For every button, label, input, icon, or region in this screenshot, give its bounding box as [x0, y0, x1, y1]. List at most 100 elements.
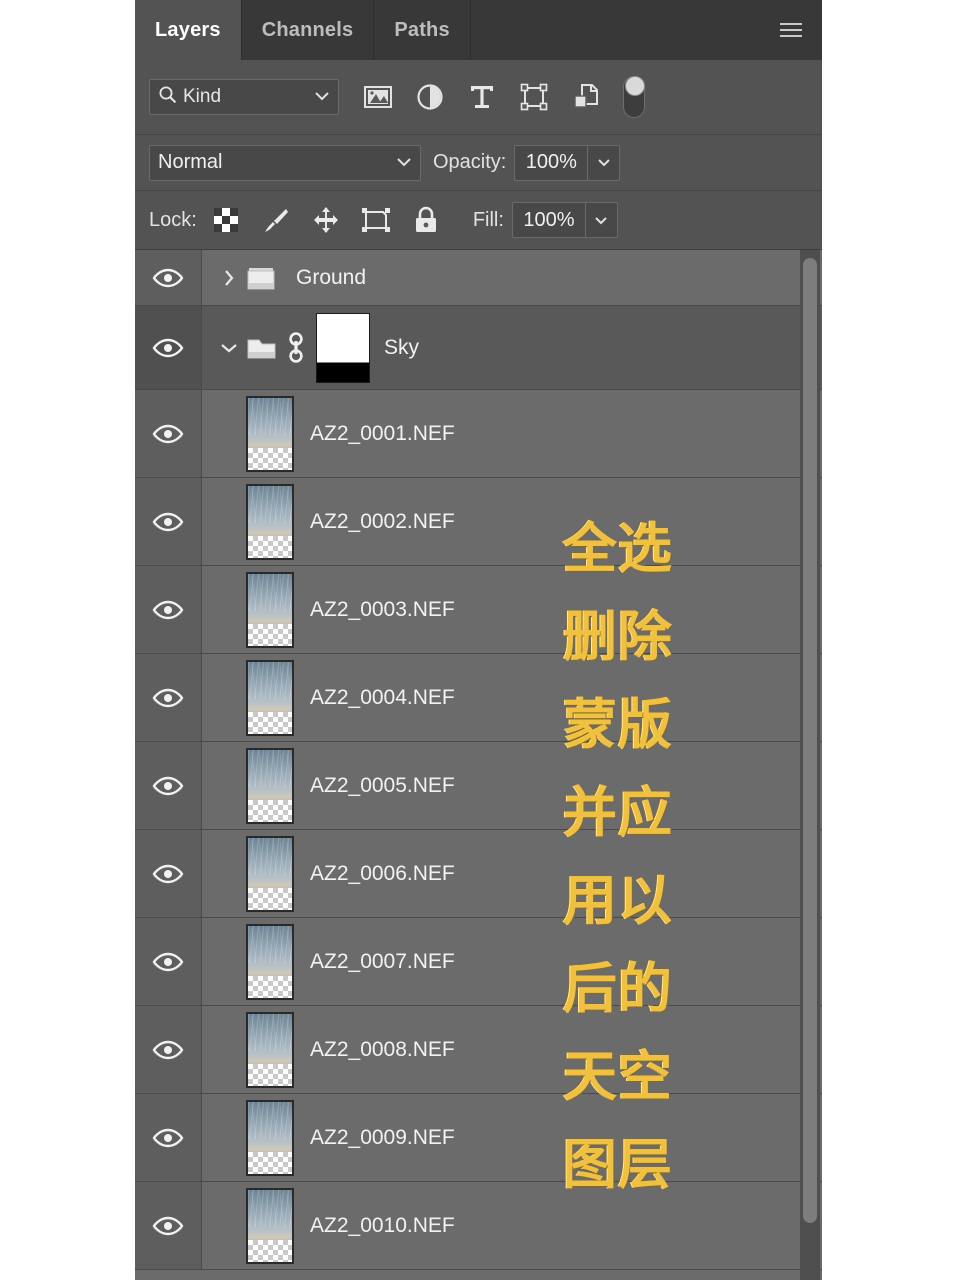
lock-image-pixels-brush-icon[interactable]: [261, 205, 291, 235]
layer-thumbnail[interactable]: [246, 1187, 294, 1264]
smart-object-filter-icon[interactable]: [569, 80, 603, 114]
chevron-down-icon[interactable]: [216, 342, 242, 354]
scrollbar-thumb[interactable]: [803, 258, 817, 1223]
layer-list[interactable]: Ground Sky AZ2_0001.NEF AZ2_0002.NEF AZ2…: [135, 250, 822, 1280]
lock-position-move-icon[interactable]: [311, 205, 341, 235]
visibility-toggle-sky[interactable]: [135, 306, 202, 389]
eye-icon: [152, 512, 184, 531]
opacity-stepper-chevron-down-icon[interactable]: [587, 145, 619, 180]
shape-layer-filter-icon[interactable]: [517, 80, 551, 114]
eye-icon: [152, 1040, 184, 1059]
tab-layers[interactable]: Layers: [135, 0, 242, 60]
lock-all-padlock-icon[interactable]: [411, 205, 441, 235]
layer-thumbnail-transparency-checker: [248, 1239, 292, 1262]
layer-name: AZ2_0006.NEF: [310, 861, 455, 885]
folder-closed-icon: [242, 264, 282, 292]
chevron-down-icon[interactable]: [314, 88, 330, 106]
adjustment-layer-filter-icon[interactable]: [413, 80, 447, 114]
lock-artboard-nesting-icon[interactable]: [361, 205, 391, 235]
layer-row[interactable]: AZ2_0003.NEF: [135, 566, 822, 654]
layer-row-body[interactable]: AZ2_0006.NEF: [202, 830, 822, 917]
visibility-toggle[interactable]: [135, 390, 202, 477]
chevron-down-icon[interactable]: [396, 154, 412, 172]
visibility-toggle[interactable]: [135, 1006, 202, 1093]
layer-thumbnail[interactable]: [246, 747, 294, 824]
link-chain-icon[interactable]: [282, 331, 310, 365]
type-layer-filter-icon[interactable]: [465, 80, 499, 114]
layers-panel: Layers Channels Paths Kind Normal Opacit…: [135, 0, 822, 1280]
visibility-toggle[interactable]: [135, 654, 202, 741]
eye-icon: [152, 1128, 184, 1147]
layer-row-body[interactable]: AZ2_0005.NEF: [202, 742, 822, 829]
visibility-toggle[interactable]: [135, 478, 202, 565]
layer-row-body[interactable]: AZ2_0001.NEF: [202, 390, 822, 477]
layer-thumbnail-star-trails: [248, 749, 292, 787]
layer-thumbnail-transparency-checker: [248, 1151, 292, 1174]
blend-mode-select[interactable]: Normal: [149, 144, 421, 181]
layer-row[interactable]: AZ2_0002.NEF: [135, 478, 822, 566]
layer-row-group-sky[interactable]: Sky: [135, 306, 822, 390]
layer-row-body-sky[interactable]: Sky: [202, 306, 822, 389]
layer-thumbnail[interactable]: [246, 1011, 294, 1088]
eye-icon: [152, 952, 184, 971]
filter-kind-select[interactable]: Kind: [149, 79, 339, 115]
layer-mask-thumbnail-sky[interactable]: [316, 312, 370, 383]
layer-thumbnail-star-trails: [248, 837, 292, 875]
visibility-toggle[interactable]: [135, 566, 202, 653]
layer-row[interactable]: AZ2_0004.NEF: [135, 654, 822, 742]
visibility-toggle[interactable]: [135, 1182, 202, 1269]
layer-row[interactable]: AZ2_0009.NEF: [135, 1094, 822, 1182]
fill-field[interactable]: 100%: [511, 202, 618, 238]
layer-row-body[interactable]: AZ2_0007.NEF: [202, 918, 822, 1005]
layer-row-group-ground[interactable]: Ground: [135, 250, 822, 306]
tab-layers-label: Layers: [155, 18, 221, 41]
visibility-toggle[interactable]: [135, 742, 202, 829]
visibility-toggle-ground[interactable]: [135, 250, 202, 305]
visibility-toggle[interactable]: [135, 830, 202, 917]
layer-row-body[interactable]: AZ2_0003.NEF: [202, 566, 822, 653]
eye-icon: [152, 338, 184, 357]
layer-thumbnail[interactable]: [246, 659, 294, 736]
opacity-field[interactable]: 100%: [514, 144, 621, 181]
filter-enable-toggle[interactable]: [623, 76, 645, 118]
tab-paths[interactable]: Paths: [374, 0, 471, 60]
layer-row-body[interactable]: AZ2_0010.NEF: [202, 1182, 822, 1269]
fill-value[interactable]: 100%: [513, 209, 585, 232]
pixel-layer-filter-icon[interactable]: [361, 80, 395, 114]
layer-thumbnail[interactable]: [246, 1099, 294, 1176]
layer-thumbnail-transparency-checker: [248, 1063, 292, 1086]
layer-row-body[interactable]: AZ2_0004.NEF: [202, 654, 822, 741]
layer-row-body[interactable]: AZ2_0009.NEF: [202, 1094, 822, 1181]
hamburger-menu-icon[interactable]: [774, 0, 808, 60]
layer-row[interactable]: AZ2_0008.NEF: [135, 1006, 822, 1094]
layer-row[interactable]: AZ2_0001.NEF: [135, 390, 822, 478]
layer-thumbnail[interactable]: [246, 835, 294, 912]
layer-row[interactable]: AZ2_0010.NEF: [135, 1182, 822, 1270]
tab-channels-label: Channels: [261, 18, 354, 41]
visibility-toggle[interactable]: [135, 918, 202, 1005]
layer-row[interactable]: AZ2_0007.NEF: [135, 918, 822, 1006]
tab-channels[interactable]: Channels: [242, 0, 375, 60]
lock-label: Lock:: [149, 208, 197, 231]
layer-row[interactable]: AZ2_0005.NEF: [135, 742, 822, 830]
layer-thumbnail-transparency-checker: [248, 887, 292, 910]
layer-thumbnail-star-trails: [248, 397, 292, 435]
fill-stepper-chevron-down-icon[interactable]: [584, 203, 617, 237]
layer-thumbnail-star-trails: [248, 485, 292, 523]
layer-thumbnail[interactable]: [246, 483, 294, 560]
search-icon: [158, 85, 177, 109]
layer-row-body[interactable]: AZ2_0008.NEF: [202, 1006, 822, 1093]
opacity-value[interactable]: 100%: [515, 151, 587, 174]
layer-row[interactable]: AZ2_0006.NEF: [135, 830, 822, 918]
eye-icon: [152, 1216, 184, 1235]
layer-thumbnail[interactable]: [246, 923, 294, 1000]
tab-paths-label: Paths: [394, 18, 450, 41]
lock-transparent-pixels-icon[interactable]: [211, 205, 241, 235]
layer-thumbnail[interactable]: [246, 571, 294, 648]
layer-row-body-ground[interactable]: Ground: [202, 250, 822, 305]
chevron-right-icon[interactable]: [216, 268, 242, 288]
layer-thumbnail[interactable]: [246, 395, 294, 472]
layer-row-body[interactable]: AZ2_0002.NEF: [202, 478, 822, 565]
visibility-toggle[interactable]: [135, 1094, 202, 1181]
vertical-scrollbar[interactable]: [800, 250, 820, 1280]
